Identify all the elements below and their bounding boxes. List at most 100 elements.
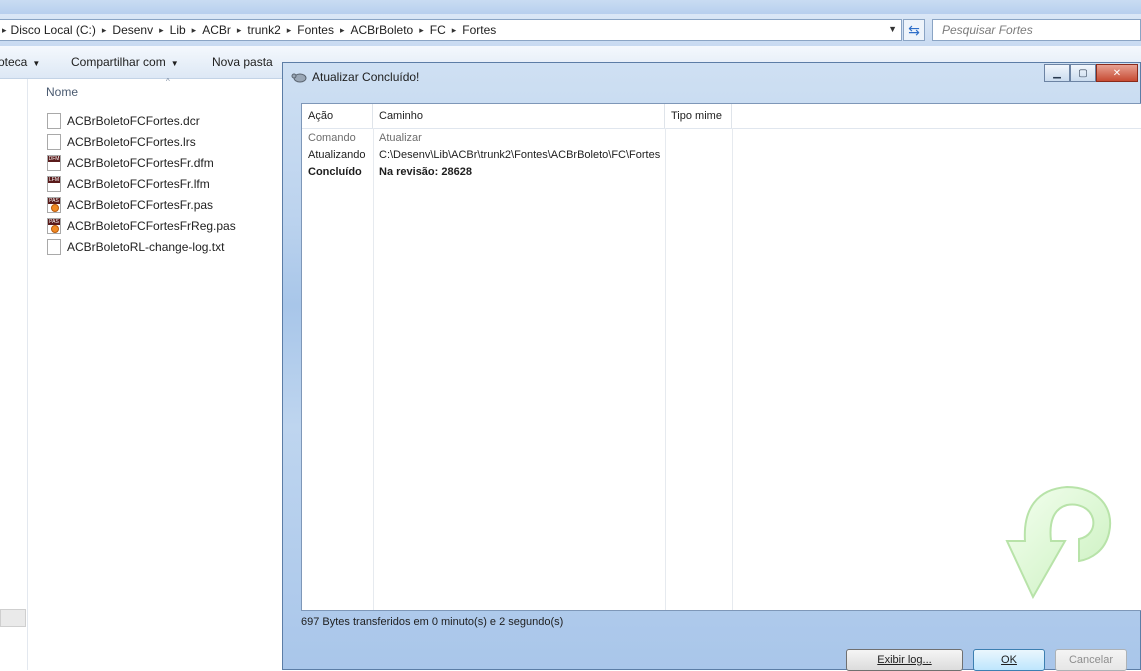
pas-file-icon: PAS <box>47 196 61 213</box>
chevron-right-icon[interactable]: ▸ <box>237 25 242 36</box>
nav-pane-scroll-thumb[interactable] <box>0 609 26 627</box>
column-divider <box>373 128 666 610</box>
list-item[interactable]: PAS ACBrBoletoFCFortesFrReg.pas <box>47 215 236 236</box>
breadcrumb-item[interactable]: ▸ ACBr <box>186 23 231 37</box>
chevron-right-icon[interactable]: ▸ <box>2 25 7 36</box>
file-type-badge: DFM <box>48 155 60 162</box>
library-menu[interactable]: oteca ▼ <box>0 55 40 69</box>
chevron-right-icon[interactable]: ▸ <box>192 25 197 36</box>
pas-badge-dot <box>51 224 59 233</box>
breadcrumb-item[interactable]: ▸ Disco Local (C:) <box>2 23 96 37</box>
chevron-right-icon[interactable]: ▸ <box>419 25 424 36</box>
blank-doc-icon <box>47 112 61 129</box>
show-log-label: Exibir log... <box>877 654 932 666</box>
tortoise-icon <box>291 73 307 83</box>
breadcrumb-label: Lib <box>169 23 186 37</box>
row-action: Concluído <box>308 166 362 178</box>
file-name: ACBrBoletoRL-change-log.txt <box>67 239 225 254</box>
pas-badge-dot <box>51 203 59 212</box>
breadcrumb-label: ACBr <box>202 23 231 37</box>
file-type-badge: LFM <box>48 176 60 183</box>
file-name: ACBrBoletoFCFortesFr.pas <box>67 197 214 212</box>
breadcrumb-label: Fortes <box>462 23 497 37</box>
ok-button[interactable]: OK <box>973 649 1045 671</box>
chevron-right-icon[interactable]: ▸ <box>102 25 107 36</box>
list-item[interactable]: PAS ACBrBoletoFCFortesFr.pas <box>47 194 236 215</box>
breadcrumb-item[interactable]: ▸ ACBrBoleto <box>334 23 413 37</box>
column-header-action[interactable]: Ação <box>302 104 373 128</box>
column-header-path[interactable]: Caminho <box>373 104 665 128</box>
share-menu-label: Compartilhar com <box>71 55 166 69</box>
address-dropdown-icon[interactable]: ▼ <box>888 24 897 34</box>
library-menu-label: oteca <box>0 55 28 69</box>
file-name: ACBrBoletoFCFortesFrReg.pas <box>67 218 236 233</box>
table-header: Ação Caminho Tipo mime <box>302 104 1141 129</box>
list-item[interactable]: ACBrBoletoRL-change-log.txt <box>47 236 236 257</box>
breadcrumb-label: FC <box>429 23 446 37</box>
breadcrumb-item[interactable]: ▸ trunk2 <box>231 23 281 37</box>
table-row[interactable]: Comando Atualizar <box>302 132 1141 149</box>
chevron-right-icon[interactable]: ▸ <box>452 25 457 36</box>
breadcrumb-item[interactable]: ▸ Fortes <box>446 23 497 37</box>
chevron-down-icon: ▼ <box>170 59 179 68</box>
close-button[interactable]: ✕ <box>1096 64 1138 82</box>
minimize-button[interactable]: ▁ <box>1044 64 1070 82</box>
blank-doc-icon <box>47 133 61 150</box>
pas-file-icon: PAS <box>47 217 61 234</box>
file-name: ACBrBoletoFCFortes.dcr <box>67 113 200 128</box>
transfer-status: 697 Bytes transferidos em 0 minuto(s) e … <box>301 616 564 628</box>
maximize-button[interactable]: ▢ <box>1070 64 1096 82</box>
breadcrumb: ▸ Disco Local (C:) ▸ Desenv ▸ Lib ▸ ACBr ▸ trunk2… <box>0 23 496 37</box>
show-log-button[interactable]: Exibir log... <box>846 649 963 671</box>
breadcrumb-item[interactable]: ▸ Lib <box>153 23 186 37</box>
file-list: ACBrBoletoFCFortes.dcr ACBrBoletoFCFortes… <box>47 110 236 257</box>
row-action: Comando <box>308 132 356 144</box>
row-action: Atualizando <box>308 149 366 161</box>
search-input[interactable]: Pesquisar Fortes <box>932 19 1141 41</box>
chevron-right-icon[interactable]: ▸ <box>287 25 292 36</box>
row-path: Atualizar <box>379 132 422 144</box>
ok-label: OK <box>1001 654 1017 666</box>
file-name: ACBrBoletoFCFortesFr.dfm <box>67 155 214 170</box>
breadcrumb-label: ACBrBoleto <box>350 23 414 37</box>
breadcrumb-item[interactable]: ▸ FC <box>413 23 446 37</box>
navigation-pane <box>0 79 28 670</box>
list-item[interactable]: DFM ACBrBoletoFCFortesFr.dfm <box>47 152 236 173</box>
text-file-icon <box>47 238 61 255</box>
explorer-title-strip <box>0 0 1141 14</box>
refresh-icon[interactable]: ⇆ <box>903 19 925 41</box>
dfm-file-icon: DFM <box>47 154 61 171</box>
dialog-title: Atualizar Concluído! <box>312 70 420 84</box>
file-name: ACBrBoletoFCFortes.lrs <box>67 134 196 149</box>
chevron-down-icon: ▼ <box>32 59 41 68</box>
share-menu[interactable]: Compartilhar com ▼ <box>71 55 179 69</box>
breadcrumb-label: Desenv <box>112 23 154 37</box>
update-dialog: Atualizar Concluído! ▁ ▢ ✕ Ação Caminho … <box>282 62 1141 671</box>
chevron-right-icon[interactable]: ▸ <box>340 25 345 36</box>
address-bar[interactable]: ▸ Disco Local (C:) ▸ Desenv ▸ Lib ▸ ACBr ▸ trunk2… <box>0 19 902 41</box>
green-curved-arrow-icon <box>1005 485 1112 600</box>
breadcrumb-item[interactable]: ▸ Fontes <box>281 23 334 37</box>
file-name: ACBrBoletoFCFortesFr.lfm <box>67 176 210 191</box>
column-divider <box>302 128 374 610</box>
breadcrumb-item[interactable]: ▸ Desenv <box>96 23 153 37</box>
row-path: Na revisão: 28628 <box>379 166 472 178</box>
breadcrumb-label: Disco Local (C:) <box>10 23 96 37</box>
address-row: ▸ Disco Local (C:) ▸ Desenv ▸ Lib ▸ ACBr ▸ trunk2… <box>0 14 1141 46</box>
list-item[interactable]: ACBrBoletoFCFortes.dcr <box>47 110 236 131</box>
column-header-mime[interactable]: Tipo mime <box>665 104 732 128</box>
list-item[interactable]: LFM ACBrBoletoFCFortesFr.lfm <box>47 173 236 194</box>
file-type-badge: PAS <box>48 218 60 225</box>
window-controls: ▁ ▢ ✕ <box>1044 64 1138 82</box>
cancel-button[interactable]: Cancelar <box>1055 649 1127 671</box>
sort-caret-icon: ^ <box>166 77 170 86</box>
new-folder-button[interactable]: Nova pasta <box>212 55 273 69</box>
lfm-file-icon: LFM <box>47 175 61 192</box>
column-divider <box>665 128 733 610</box>
table-row[interactable]: Concluído Na revisão: 28628 <box>302 166 1141 183</box>
table-row[interactable]: Atualizando C:\Desenv\Lib\ACBr\trunk2\Fo… <box>302 149 1141 166</box>
list-item[interactable]: ACBrBoletoFCFortes.lrs <box>47 131 236 152</box>
column-header-name[interactable]: Nome <box>46 85 78 99</box>
chevron-right-icon[interactable]: ▸ <box>159 25 164 36</box>
file-type-badge: PAS <box>48 197 60 204</box>
